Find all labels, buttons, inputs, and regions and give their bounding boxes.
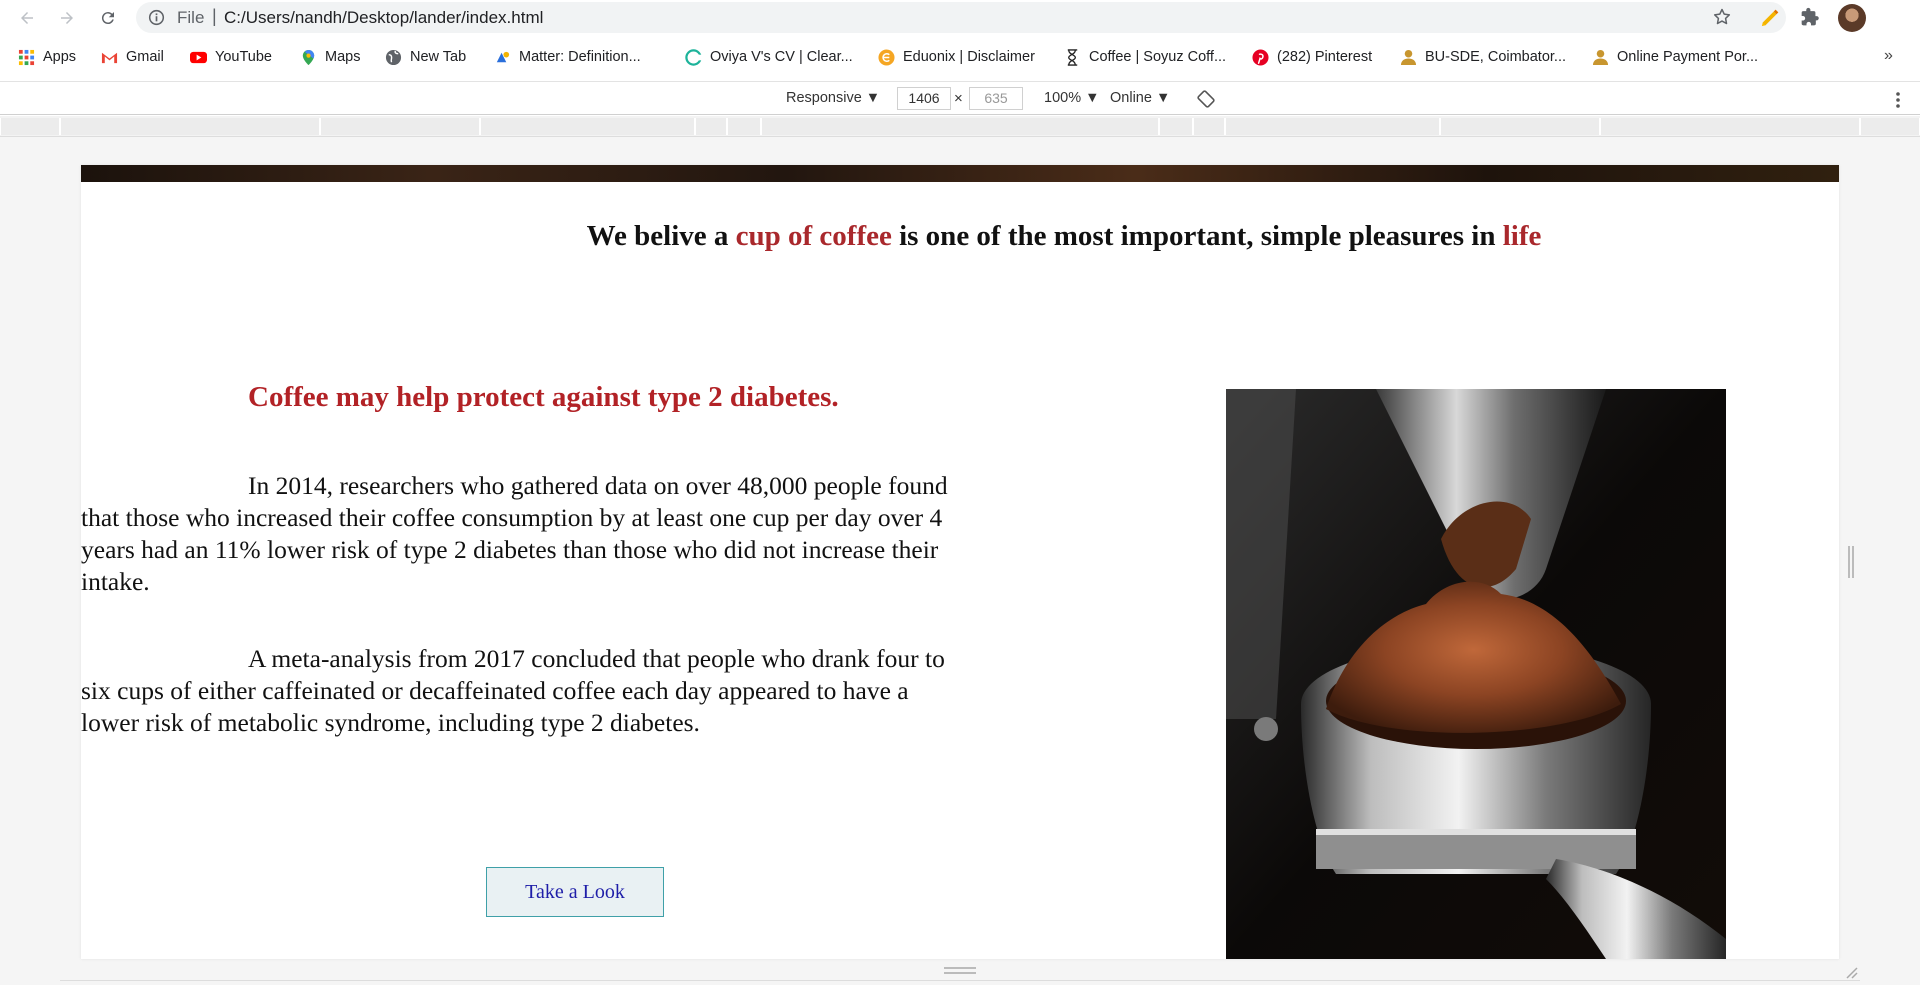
ruler-segment[interactable] — [1860, 118, 1920, 135]
tagline-accent-life: life — [1502, 220, 1542, 252]
bookmark-bu-sde[interactable]: BU-SDE, Coimbator... — [1400, 47, 1566, 67]
ruler-segment[interactable] — [695, 118, 727, 135]
ruler-segment[interactable] — [60, 118, 320, 135]
ruler-segment[interactable] — [320, 118, 480, 135]
zoom-select[interactable]: 100% ▼ — [1044, 90, 1099, 106]
bookmark-pinterest[interactable]: (282) Pinterest — [1252, 47, 1372, 67]
extensions-puzzle-icon[interactable] — [1800, 7, 1820, 27]
page-tagline: We belive a cup of coffee is one of the … — [81, 220, 1839, 253]
bookmark-label: BU-SDE, Coimbator... — [1425, 49, 1567, 65]
resize-handle-right[interactable] — [1848, 546, 1854, 578]
resize-handle-bottom[interactable] — [944, 967, 976, 974]
bookmark-maps[interactable]: Maps — [300, 47, 360, 67]
coffee-grinder-image — [1226, 389, 1726, 959]
gmail-icon — [101, 52, 118, 63]
reload-icon — [101, 12, 114, 25]
ruler-segment[interactable] — [1193, 118, 1225, 135]
bottom-ruler — [60, 980, 1860, 985]
forward-button[interactable] — [54, 5, 80, 31]
eduonix-icon — [878, 48, 895, 66]
hero-image-strip — [81, 165, 1839, 182]
bookmark-label: Gmail — [126, 49, 164, 65]
bookmark-label: YouTube — [215, 49, 272, 65]
clear-icon — [685, 48, 702, 66]
take-a-look-button[interactable]: Take a Look — [486, 867, 664, 917]
bookmark-cv[interactable]: Oviya V's CV | Clear... — [685, 47, 853, 67]
hourglass-icon — [1067, 48, 1078, 66]
bookmark-label: Maps — [325, 49, 361, 65]
bookmark-coffee[interactable]: Coffee | Soyuz Coff... — [1064, 47, 1226, 67]
paragraph-meta-analysis-2017: A meta-analysis from 2017 concluded that… — [81, 644, 945, 737]
ruler-segment[interactable] — [1600, 118, 1860, 135]
bookmark-eduonix[interactable]: Eduonix | Disclaimer — [878, 47, 1035, 67]
bookmark-label: New Tab — [410, 49, 467, 65]
throttle-value: Online — [1110, 90, 1152, 106]
profile-avatar[interactable] — [1838, 4, 1866, 32]
ruler-segment[interactable] — [0, 118, 60, 135]
pencil-extension-icon[interactable] — [1760, 6, 1782, 28]
more-options-icon[interactable] — [1890, 90, 1906, 110]
url-separator: | — [212, 6, 217, 26]
bookmark-apps[interactable]: Apps — [18, 47, 76, 67]
ruler-segment[interactable] — [480, 118, 695, 135]
bookmark-label: Coffee | Soyuz Coff... — [1089, 49, 1227, 65]
zoom-value: 100% — [1044, 90, 1082, 106]
bookmark-payment[interactable]: Online Payment Por... — [1592, 47, 1758, 67]
media-query-ruler[interactable] — [0, 116, 1920, 137]
resize-corner-icon[interactable] — [1842, 963, 1858, 979]
pinterest-icon — [1252, 48, 1269, 66]
reload-button[interactable] — [95, 5, 121, 31]
back-button[interactable] — [14, 5, 40, 31]
paragraph-study-2014: In 2014, researchers who gathered data o… — [81, 471, 948, 596]
rotate-icon[interactable] — [1196, 89, 1216, 109]
device-mode-select[interactable]: Responsive ▼ — [786, 90, 880, 106]
file-scheme-label: File — [177, 8, 205, 27]
bookmark-label: Eduonix | Disclaimer — [903, 49, 1035, 65]
bookmark-matter[interactable]: Matter: Definition... — [494, 47, 641, 67]
ruler-segment[interactable] — [761, 118, 1159, 135]
bookmarks-bar: Apps Gmail YouTube Maps New Tab Matter: … — [0, 42, 1920, 72]
matter-icon — [496, 51, 510, 62]
section-heading: Coffee may help protect against type 2 d… — [248, 381, 839, 413]
url-text[interactable]: C:/Users/nandh/Desktop/lander/index.html — [224, 8, 543, 28]
ruler-segment[interactable] — [1440, 118, 1600, 135]
youtube-icon — [190, 51, 207, 63]
tagline-text: We belive a — [586, 220, 736, 252]
bookmark-label: Online Payment Por... — [1617, 49, 1759, 65]
tagline-accent-coffee: cup of coffee — [735, 220, 892, 252]
viewport-height-input[interactable]: 635 — [969, 87, 1023, 110]
tagline-text: is one of the most important, simple ple… — [891, 220, 1503, 252]
viewport-width-input[interactable]: 1406 — [897, 87, 951, 110]
maps-icon — [302, 49, 315, 65]
landing-page: We belive a cup of coffee is one of the … — [81, 165, 1839, 959]
more-bookmarks-chevron-icon[interactable]: » — [1884, 47, 1893, 65]
bookmark-new-tab[interactable]: New Tab — [385, 47, 466, 67]
info-icon[interactable] — [148, 9, 165, 26]
person-icon — [1592, 49, 1609, 65]
bookmark-label: (282) Pinterest — [1277, 49, 1373, 65]
back-arrow-icon — [21, 12, 33, 24]
ruler-segment[interactable] — [1225, 118, 1440, 135]
device-mode-value: Responsive — [786, 90, 862, 106]
person-icon — [1400, 49, 1417, 65]
bookmark-label: Matter: Definition... — [519, 49, 641, 65]
bookmark-label: Apps — [43, 49, 77, 65]
bookmark-star-icon[interactable] — [1712, 7, 1732, 27]
coffee-portafilter-illustration — [1226, 389, 1726, 959]
dimension-times-sign: × — [954, 90, 963, 107]
browser-toolbar: File | C:/Users/nandh/Desktop/lander/ind… — [0, 0, 1920, 35]
globe-icon — [385, 49, 402, 65]
bookmark-label: Oviya V's CV | Clear... — [710, 49, 853, 65]
ruler-segment[interactable] — [1159, 118, 1193, 135]
bookmark-youtube[interactable]: YouTube — [190, 47, 272, 67]
apps-grid-icon — [18, 49, 35, 65]
ruler-segment[interactable] — [727, 118, 761, 135]
throttle-select[interactable]: Online ▼ — [1110, 90, 1170, 106]
forward-arrow-icon — [61, 12, 73, 24]
device-toolbar: Responsive ▼ 1406 × 635 100% ▼ Online ▼ — [0, 81, 1920, 115]
bookmark-gmail[interactable]: Gmail — [101, 47, 164, 67]
